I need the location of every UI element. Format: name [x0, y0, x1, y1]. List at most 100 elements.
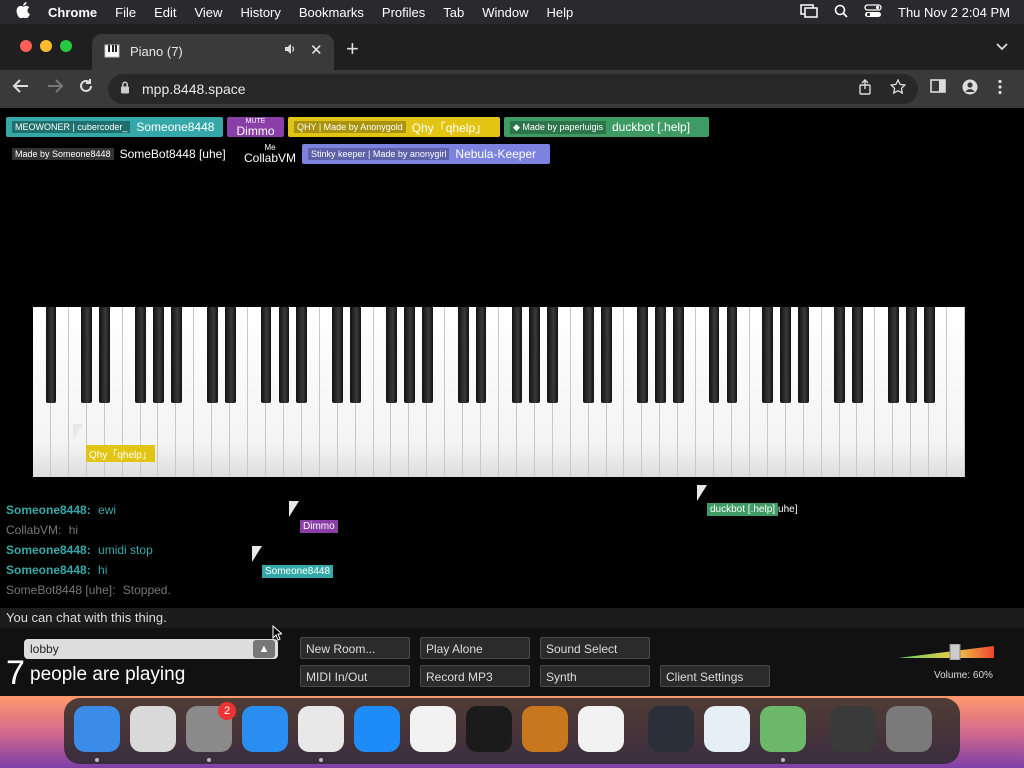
piano-black-key[interactable]	[762, 307, 774, 403]
volume-slider[interactable]	[898, 643, 994, 661]
safari-icon[interactable]	[242, 706, 288, 752]
menubar-clock[interactable]: Thu Nov 2 2:04 PM	[898, 5, 1010, 20]
piano-black-key[interactable]	[672, 307, 684, 403]
apple-icon[interactable]	[16, 2, 34, 22]
side-panel-icon[interactable]	[930, 79, 946, 97]
user-tag-someone8448[interactable]: MEOWONER | cubercoder_ Someone8448	[6, 117, 223, 137]
share-icon[interactable]	[858, 79, 872, 99]
window-minimize-button[interactable]	[40, 40, 52, 52]
screen-mirror-icon[interactable]	[800, 3, 818, 21]
piano-black-key[interactable]	[135, 307, 146, 403]
user-tag-somebot8448[interactable]: Made by Someone8448 SomeBot8448 [uhe]	[6, 144, 238, 164]
menu-tab[interactable]: Tab	[443, 5, 464, 20]
spotlight-search-icon[interactable]	[834, 4, 848, 21]
menu-edit[interactable]: Edit	[154, 5, 176, 20]
window-close-button[interactable]	[20, 40, 32, 52]
piano-black-key[interactable]	[547, 307, 559, 403]
chrome-menu-kebab-icon[interactable]	[998, 79, 1002, 99]
tab-search-chevron-icon[interactable]	[996, 38, 1008, 54]
piano-black-key[interactable]	[421, 307, 433, 403]
piano-black-key[interactable]	[260, 307, 272, 403]
new-tab-plus-icon[interactable]: +	[346, 36, 359, 62]
reload-icon[interactable]	[78, 78, 94, 99]
piano-black-key[interactable]	[852, 307, 863, 403]
piano-black-key[interactable]	[171, 307, 182, 403]
user-tag-collabvm[interactable]: Me CollabVM	[240, 142, 300, 166]
flask-app-icon[interactable]	[760, 706, 806, 752]
profile-avatar-icon[interactable]	[962, 79, 978, 99]
midi-in-out-button[interactable]: MIDI In/Out	[300, 665, 410, 687]
preview-icon[interactable]	[704, 706, 750, 752]
address-bar[interactable]: mpp.8448.space	[108, 74, 918, 104]
user-tag-qhy[interactable]: QHY | Made by Anonygold Qhy「qhelp」	[288, 117, 500, 137]
piano-black-key[interactable]	[475, 307, 487, 403]
piano-black-key[interactable]	[511, 307, 523, 403]
menu-help[interactable]: Help	[547, 5, 574, 20]
app-store-icon[interactable]	[354, 706, 400, 752]
user-tag-duckbot[interactable]: ◆ Made by paperluigis duckbot [.help]	[504, 117, 709, 137]
garageband-icon[interactable]	[522, 706, 568, 752]
piano-black-key[interactable]	[905, 307, 917, 403]
sound-select-button[interactable]: Sound Select	[540, 637, 650, 659]
user-tag-dimmo[interactable]: MUTE Dimmo	[227, 117, 284, 137]
piano-black-key[interactable]	[81, 307, 93, 403]
piano-white-key[interactable]	[947, 307, 965, 477]
piano-black-key[interactable]	[350, 307, 361, 403]
play-alone-button[interactable]: Play Alone	[420, 637, 530, 659]
lock-icon[interactable]	[120, 81, 130, 97]
textedit-icon[interactable]	[410, 706, 456, 752]
room-select[interactable]: lobby ▲	[24, 639, 278, 659]
piano-black-key[interactable]	[923, 307, 935, 403]
piano-black-key[interactable]	[637, 307, 648, 403]
new-room-button[interactable]: New Room...	[300, 637, 410, 659]
menu-history[interactable]: History	[240, 5, 280, 20]
volume-knob[interactable]	[949, 643, 961, 661]
tab-close-icon[interactable]: ✕	[310, 41, 323, 59]
piano-black-key[interactable]	[887, 307, 899, 403]
piano-black-key[interactable]	[583, 307, 594, 403]
piano-black-key[interactable]	[654, 307, 666, 403]
piano-black-key[interactable]	[45, 307, 57, 403]
menu-profiles[interactable]: Profiles	[382, 5, 425, 20]
piano-black-key[interactable]	[99, 307, 111, 403]
piano-black-key[interactable]	[798, 307, 810, 403]
piano-black-key[interactable]	[278, 307, 290, 403]
trash-icon[interactable]	[886, 706, 932, 752]
launchpad-icon[interactable]	[130, 706, 176, 752]
downloads-stack-icon[interactable]	[830, 706, 876, 752]
piano-black-key[interactable]	[153, 307, 164, 403]
terminal-icon[interactable]	[466, 706, 512, 752]
menu-app-name[interactable]: Chrome	[48, 5, 97, 20]
piano-black-key[interactable]	[457, 307, 469, 403]
piano-black-key[interactable]	[224, 307, 236, 403]
piano-black-key[interactable]	[708, 307, 720, 403]
browser-tab-piano[interactable]: Piano (7) ✕	[92, 34, 334, 70]
piano-black-key[interactable]	[404, 307, 415, 403]
window-zoom-button[interactable]	[60, 40, 72, 52]
vscode-icon[interactable]	[578, 706, 624, 752]
synth-button[interactable]: Synth	[540, 665, 650, 687]
piano-black-key[interactable]	[206, 307, 218, 403]
back-arrow-icon[interactable]	[12, 78, 30, 99]
piano-black-key[interactable]	[726, 307, 738, 403]
piano-keyboard[interactable]	[33, 307, 965, 477]
finder-icon[interactable]	[74, 706, 120, 752]
bookmark-star-icon[interactable]	[889, 78, 907, 99]
menu-file[interactable]: File	[115, 5, 136, 20]
piano-black-key[interactable]	[386, 307, 397, 403]
forward-arrow-icon[interactable]	[46, 78, 64, 99]
menu-view[interactable]: View	[194, 5, 222, 20]
speaker-icon[interactable]	[284, 43, 296, 58]
menu-bookmarks[interactable]: Bookmarks	[299, 5, 364, 20]
chat-input[interactable]: You can chat with this thing.	[0, 608, 1024, 628]
nox-icon[interactable]	[648, 706, 694, 752]
piano-black-key[interactable]	[296, 307, 308, 403]
piano-black-key[interactable]	[529, 307, 541, 403]
piano-black-key[interactable]	[834, 307, 845, 403]
piano-black-key[interactable]	[332, 307, 344, 403]
chrome-icon[interactable]	[298, 706, 344, 752]
piano-black-key[interactable]	[601, 307, 612, 403]
menu-window[interactable]: Window	[482, 5, 528, 20]
client-settings-button[interactable]: Client Settings	[660, 665, 770, 687]
user-tag-nebula-keeper[interactable]: Stinky keeper | Made by anonygirl Nebula…	[302, 144, 550, 164]
